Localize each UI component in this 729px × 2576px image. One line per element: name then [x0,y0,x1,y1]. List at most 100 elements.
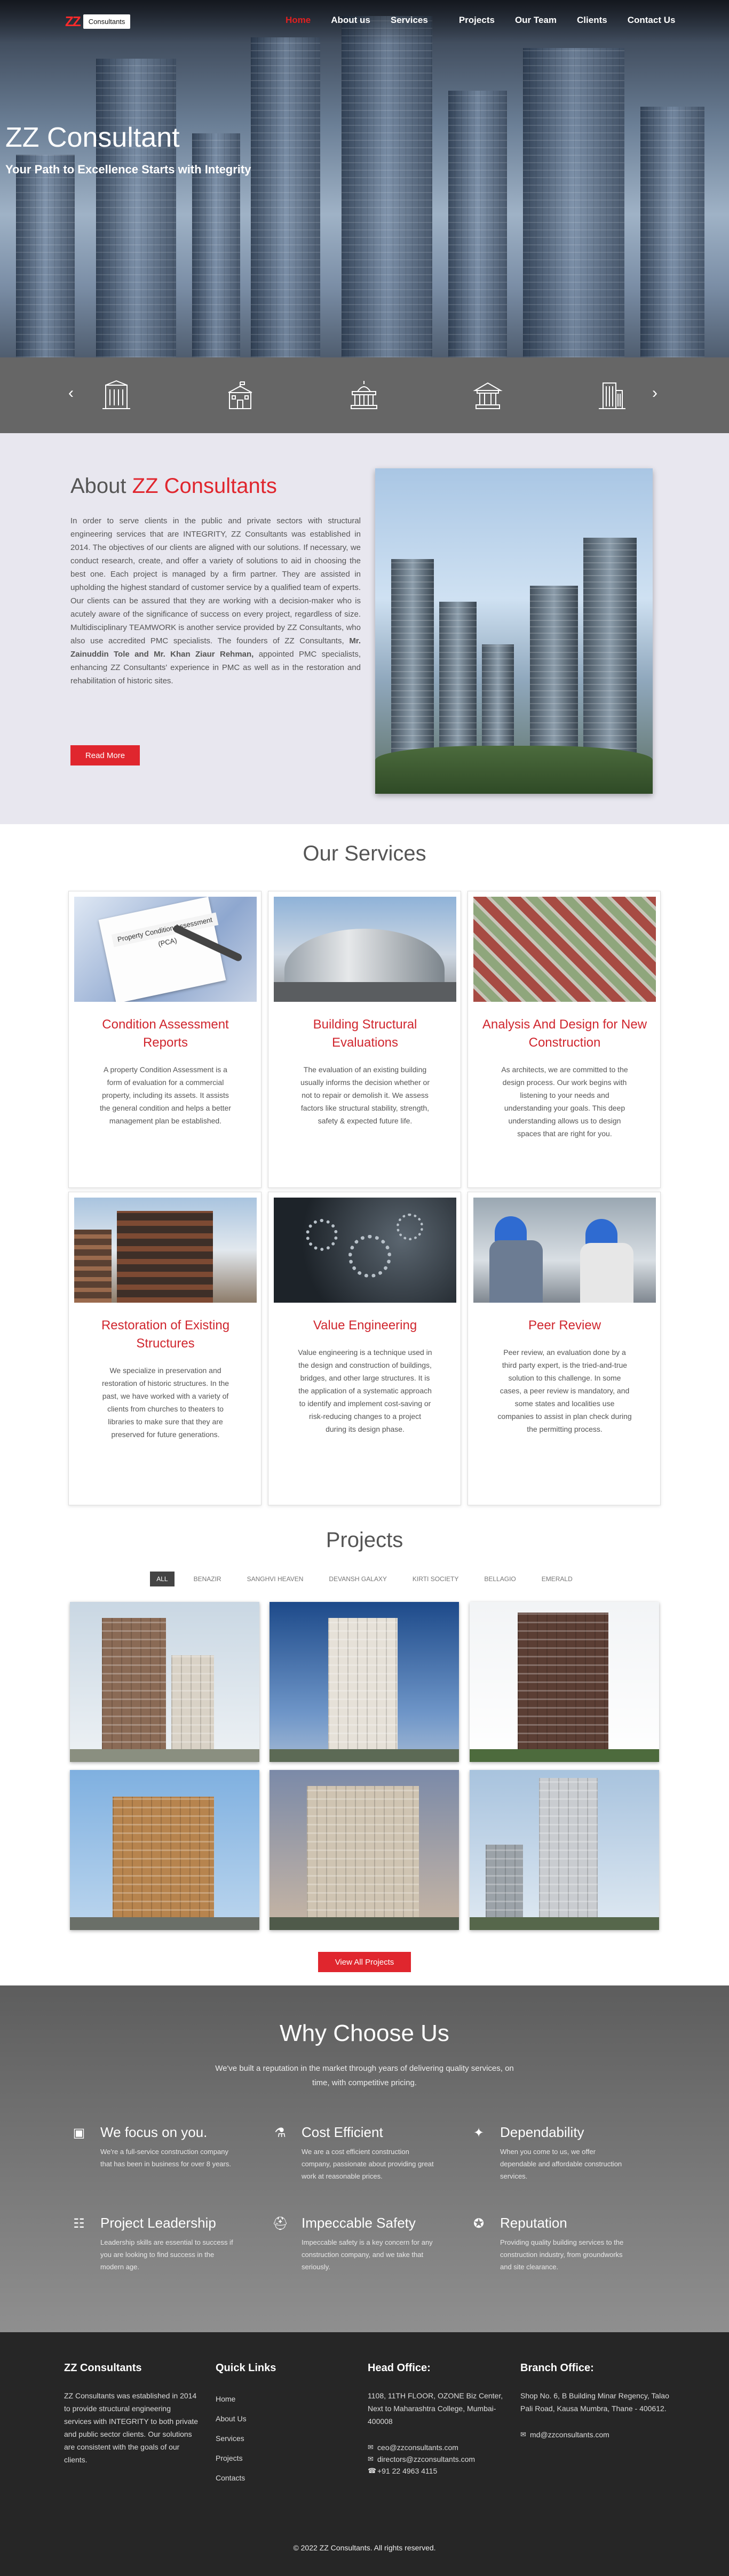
team-icon: ☷ [73,2216,85,2231]
service-card[interactable]: Building Structural Evaluations The eval… [268,891,461,1188]
about-text: In order to serve clients in the public … [70,516,361,645]
footer-about-title: ZZ Consultants [64,2362,142,2374]
filter-bellagio[interactable]: BELLAGIO [478,1572,522,1586]
nav-about[interactable]: About us [331,15,370,26]
service-text: Peer review, an evaluation done by a thi… [497,1348,632,1433]
feature-title: Reputation [500,2215,567,2231]
about-image [375,468,653,794]
nav-home[interactable]: Home [286,15,311,26]
services-heading: Our Services [303,842,426,865]
project-image[interactable] [270,1602,459,1762]
read-more-button[interactable]: Read More [70,745,140,765]
nav-projects[interactable]: Projects [459,15,495,26]
branch-office-address: Shop No. 6, B Building Minar Regency, Ta… [520,2391,669,2413]
service-card[interactable]: Peer Review Peer review, an evaluation d… [467,1192,661,1505]
service-text: The evaluation of an existing building u… [300,1065,430,1125]
office-building-icon [102,380,130,409]
project-image[interactable] [70,1602,259,1762]
nav-our-team[interactable]: Our Team [515,15,557,26]
project-image[interactable] [270,1770,459,1930]
service-text: As architects, we are committed to the d… [501,1065,628,1138]
project-image[interactable] [470,1602,659,1762]
head-office-title: Head Office: [368,2362,431,2374]
feature-title: Project Leadership [100,2215,216,2231]
site-logo[interactable]: ZZ Consultants [65,13,131,30]
service-image [473,897,656,1002]
hero-building [96,59,176,357]
flask-icon: ⚗ [274,2126,286,2140]
project-image[interactable] [470,1770,659,1930]
mail-icon: ✉ [520,2430,526,2438]
school-building-icon [228,381,252,409]
service-text: A property Condition Assessment is a for… [100,1065,231,1125]
footer-head-office: Head Office: 1108, 11TH FLOOR, OZONE Biz… [368,2362,514,2477]
footer-link-about[interactable]: About Us [216,2409,322,2429]
service-title: Restoration of Existing Structures [101,1318,230,1351]
why-heading: Why Choose Us [280,2020,449,2046]
project-image[interactable] [70,1770,259,1930]
copyright-text: © 2022 ZZ Consultants. All rights reserv… [293,2543,436,2552]
service-title: Condition Assessment Reports [102,1017,229,1050]
hero-section: ZZ Consultants Home About us Services Pr… [0,0,729,357]
about-section: About ZZ Consultants In order to serve c… [0,433,729,824]
top-navbar: ZZ Consultants Home About us Services Pr… [0,0,729,43]
service-card[interactable]: Value Engineering Value engineering is a… [268,1192,461,1505]
service-title: Peer Review [528,1318,601,1333]
filter-sanghvi-heaven[interactable]: SANGHVI HEAVEN [241,1572,310,1586]
feature-title: We focus on you. [100,2124,208,2140]
filter-kirti-society[interactable]: KIRTI SOCIETY [406,1572,465,1586]
logo-text: Consultants [83,14,131,29]
feature-title: Impeccable Safety [302,2215,416,2231]
head-phone-row[interactable]: ☎ +91 22 4963 4115 [368,2465,514,2477]
site-footer: ZZ Consultants ZZ Consultants was establ… [0,2332,729,2576]
service-card[interactable]: Analysis And Design for New Construction… [467,891,661,1188]
nav-contact[interactable]: Contact Us [628,15,676,26]
service-card[interactable]: Property Condition Assessment (PCA) Cond… [68,891,262,1188]
about-heading-prefix: About [70,474,126,498]
phone-icon: ☎ [368,2467,377,2475]
nav-services[interactable]: Services [391,15,428,26]
museum-building-icon [473,382,503,409]
footer-link-projects[interactable]: Projects [216,2449,322,2468]
view-all-projects-button[interactable]: View All Projects [318,1952,411,1972]
hardhat-icon: ⛑ [272,2216,289,2231]
feature-text: Impeccable safety is a key concern for a… [302,2238,433,2271]
service-image [74,1198,257,1303]
branch-email-row[interactable]: ✉ md@zzconsultants.com [520,2429,670,2441]
projects-heading: Projects [326,1528,403,1552]
service-text: Value engineering is a technique used in… [298,1348,432,1433]
nav-clients[interactable]: Clients [577,15,607,26]
feature-text: Providing quality building services to t… [500,2238,624,2271]
why-choose-us-section: Why Choose Us We've built a reputation i… [0,1985,729,2332]
service-image [274,897,456,1002]
footer-link-services[interactable]: Services [216,2429,322,2449]
filter-benazir[interactable]: BENAZIR [187,1572,228,1586]
hero-title: ZZ Consultant [5,122,180,153]
hero-building [251,37,320,357]
hero-building [640,107,704,357]
service-title: Analysis And Design for New Construction [482,1017,647,1050]
head-email-row[interactable]: ✉ ceo@zzconsultants.com [368,2442,514,2453]
about-paragraph: In order to serve clients in the public … [70,514,361,688]
main-menu: Home About us Services Projects Our Team… [286,15,695,26]
government-building-icon [351,381,377,409]
award-icon: ✪ [473,2216,485,2231]
footer-link-home[interactable]: Home [216,2389,322,2409]
feature-title: Cost Efficient [302,2124,383,2140]
branch-email: md@zzconsultants.com [530,2430,609,2439]
carousel-prev-icon[interactable]: ‹ [68,384,74,402]
footer-link-contacts[interactable]: Contacts [216,2468,322,2488]
head-office-address: 1108, 11TH FLOOR, OZONE Biz Center, Next… [368,2391,503,2426]
service-text: We specialize in preservation and restor… [101,1366,229,1439]
hero-building [342,16,432,357]
mail-icon: ✉ [368,2443,374,2451]
filter-devansh-galaxy[interactable]: DEVANSH GALAXY [322,1572,393,1586]
carousel-next-icon[interactable]: › [652,384,657,402]
head-email-row[interactable]: ✉ directors@zzconsultants.com [368,2453,514,2465]
service-image [473,1198,656,1303]
filter-all[interactable]: ALL [150,1572,175,1586]
service-card[interactable]: Restoration of Existing Structures We sp… [68,1192,262,1505]
logo-mark: ZZ [65,13,81,29]
filter-emerald[interactable]: EMERALD [535,1572,579,1586]
feature-text: We are a cost efficient construction com… [302,2148,434,2180]
